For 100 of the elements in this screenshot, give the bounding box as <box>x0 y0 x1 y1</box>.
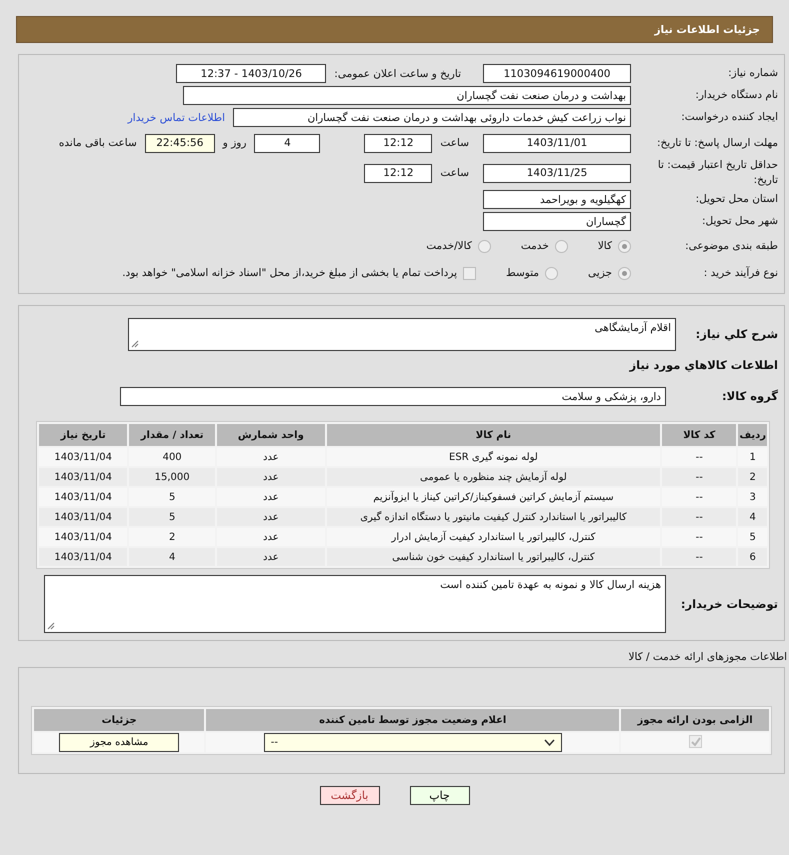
deadline-date-field: 1403/11/01 <box>483 134 631 152</box>
column-header: جزئیات <box>34 709 204 731</box>
deadline-time-field: 12:12 <box>364 134 432 152</box>
print-button[interactable]: چاپ <box>410 786 470 805</box>
field-label: ساعت <box>440 137 469 149</box>
back-button[interactable]: بازگشت <box>320 786 380 805</box>
status-dropdown[interactable]: -- <box>264 733 562 752</box>
treasury-note: پرداخت تمام یا بخشی از مبلغ خرید،از محل "اسناد خزانه اسلامی" خواهد بود. <box>122 267 458 279</box>
radio-button[interactable] <box>478 240 491 252</box>
table-cell: 1403/11/04 <box>39 488 128 506</box>
field-label: مهلت ارسال پاسخ: تا تاریخ: <box>656 136 779 150</box>
option-label: متوسط <box>506 267 540 279</box>
column-header: الزامی بودن ارائه مجوز <box>621 709 769 731</box>
field-label: نام دستگاه خریدار: <box>694 88 779 103</box>
field-label: روز و <box>222 137 246 149</box>
field-label: ساعت باقی مانده <box>58 137 137 149</box>
field-label: استان محل تحویل: <box>694 192 779 207</box>
table-cell: -- <box>662 448 736 466</box>
radio-button[interactable] <box>554 240 568 252</box>
city-field: گچساران <box>483 212 631 231</box>
column-header: اعلام وضعیت مجوز توسط تامین کننده <box>206 709 620 731</box>
table-cell: کنترل، کالیبراتور یا استاندارد کیفیت آزمایش ادرار <box>326 528 660 546</box>
table-cell: 5 <box>129 508 215 526</box>
table-cell: 15,000 <box>129 468 215 486</box>
treasury-checkbox[interactable] <box>463 266 476 280</box>
field-label: شرح کلي نياز: <box>694 327 779 342</box>
field-label: نوع فرآیند خرید : <box>702 266 779 280</box>
field-label: شهر محل تحویل: <box>701 214 779 229</box>
table-cell: عدد <box>216 528 325 546</box>
buyer-notes-field[interactable]: هزینه ارسال کالا و نمونه به عهدة تامین کننده است <box>44 575 666 633</box>
section-heading: اطلاعات کالاهاي مورد نياز <box>630 358 779 373</box>
table-cell: 1403/11/04 <box>39 468 128 486</box>
province-field: کهگیلویه و بویراحمد <box>483 190 631 209</box>
validity-time-field: 12:12 <box>364 164 432 182</box>
field-label: ساعت <box>440 167 469 179</box>
page-title: جزئیات اطلاعات نیاز <box>16 16 773 43</box>
view-license-button[interactable]: مشاهده مجوز <box>59 733 180 752</box>
column-header: تاریخ نیاز <box>39 424 128 446</box>
need-number-field: 1103094619000400 <box>483 64 631 83</box>
field-label: توضیحات خریدار: <box>680 596 779 612</box>
option-label: کالا/خدمت <box>426 240 472 252</box>
table-cell: -- <box>662 468 736 486</box>
table-cell: 2 <box>129 528 215 546</box>
table-cell: 1403/11/04 <box>39 448 128 466</box>
table-cell: لوله آزمایش چند منظوره یا عمومی <box>326 468 660 486</box>
table-cell: -- <box>662 528 736 546</box>
table-cell: عدد <box>216 468 325 486</box>
table-cell: عدد <box>216 488 325 506</box>
requester-field: نواب زراعت کیش خدمات داروئی بهداشت و درمان صنعت نفت گچساران <box>233 108 631 127</box>
table-cell: کالیبراتور یا استاندارد کنترل کیفیت مانیتور یا دستگاه اندازه گیری <box>326 508 660 526</box>
column-header: تعداد / مقدار <box>129 424 215 446</box>
column-header: واحد شمارش <box>216 424 325 446</box>
caret-icon <box>544 738 555 746</box>
resize-grip-icon[interactable] <box>131 340 139 348</box>
radio-button[interactable] <box>618 240 631 252</box>
option-label: کالا <box>598 240 612 252</box>
column-header: ردیف <box>738 424 767 446</box>
table-cell: 3 <box>738 488 767 506</box>
section-heading: اطلاعات مجوزهای ارائه خدمت / کالا <box>628 651 787 663</box>
validity-date-field: 1403/11/25 <box>483 164 631 182</box>
radio-button[interactable] <box>618 266 631 280</box>
table-cell: 4 <box>129 548 215 566</box>
goods-group-field: دارو، پزشکی و سلامت <box>120 387 666 406</box>
table-cell: 1 <box>738 448 767 466</box>
buyer-contact-link[interactable]: اطلاعات تماس خریدار <box>128 112 225 124</box>
days-field: 4 <box>254 134 320 152</box>
announce-date-field: 1403/10/26 - 12:37 <box>176 64 326 83</box>
buyer-org-field: بهداشت و درمان صنعت نفت گچساران <box>183 86 631 105</box>
table-cell: عدد <box>216 548 325 566</box>
column-header: کد کالا <box>662 424 736 446</box>
field-label: تاریخ و ساعت اعلان عمومی: <box>334 68 461 80</box>
table-cell: 4 <box>738 508 767 526</box>
table-cell: -- <box>662 488 736 506</box>
radio-button[interactable] <box>545 266 558 280</box>
description-field[interactable]: اقلام آزمایشگاهی <box>128 318 676 351</box>
field-label: ایجاد کننده درخواست: <box>680 110 779 125</box>
table-cell: لوله نمونه گیری ESR <box>326 448 660 466</box>
remaining-time-field: 22:45:56 <box>144 134 215 152</box>
option-label: خدمت <box>520 240 549 252</box>
table-cell: 5 <box>129 488 215 506</box>
field-label: گروه کالا: <box>721 389 779 404</box>
table-cell: عدد <box>216 448 325 466</box>
table-cell: -- <box>662 548 736 566</box>
resize-grip-icon[interactable] <box>47 622 55 630</box>
table-cell: 1403/11/04 <box>39 508 128 526</box>
table-cell: عدد <box>216 508 325 526</box>
option-label: جزیی <box>588 267 612 279</box>
table-cell: کنترل، کالیبراتور یا استاندارد کیفیت خون شناسی <box>326 548 660 566</box>
field-label: طبقه بندی موضوعی: <box>684 238 779 254</box>
table-cell: -- <box>662 508 736 526</box>
column-header: نام کالا <box>326 424 660 446</box>
table-cell: سیستم آزمایش کراتین فسفوکیناز/کراتین کیناز یا ایزوآنزیم <box>326 488 660 506</box>
field-label: حداقل تاریخ اعتبار قیمت: تا تاریخ: <box>656 158 779 188</box>
table-cell: 5 <box>738 528 767 546</box>
table-cell: 1403/11/04 <box>39 528 128 546</box>
field-label: شماره نیاز: <box>727 66 779 81</box>
table-cell: 2 <box>738 468 767 486</box>
table-cell: 6 <box>738 548 767 566</box>
table-cell: 400 <box>129 448 215 466</box>
table-cell: 1403/11/04 <box>39 548 128 566</box>
